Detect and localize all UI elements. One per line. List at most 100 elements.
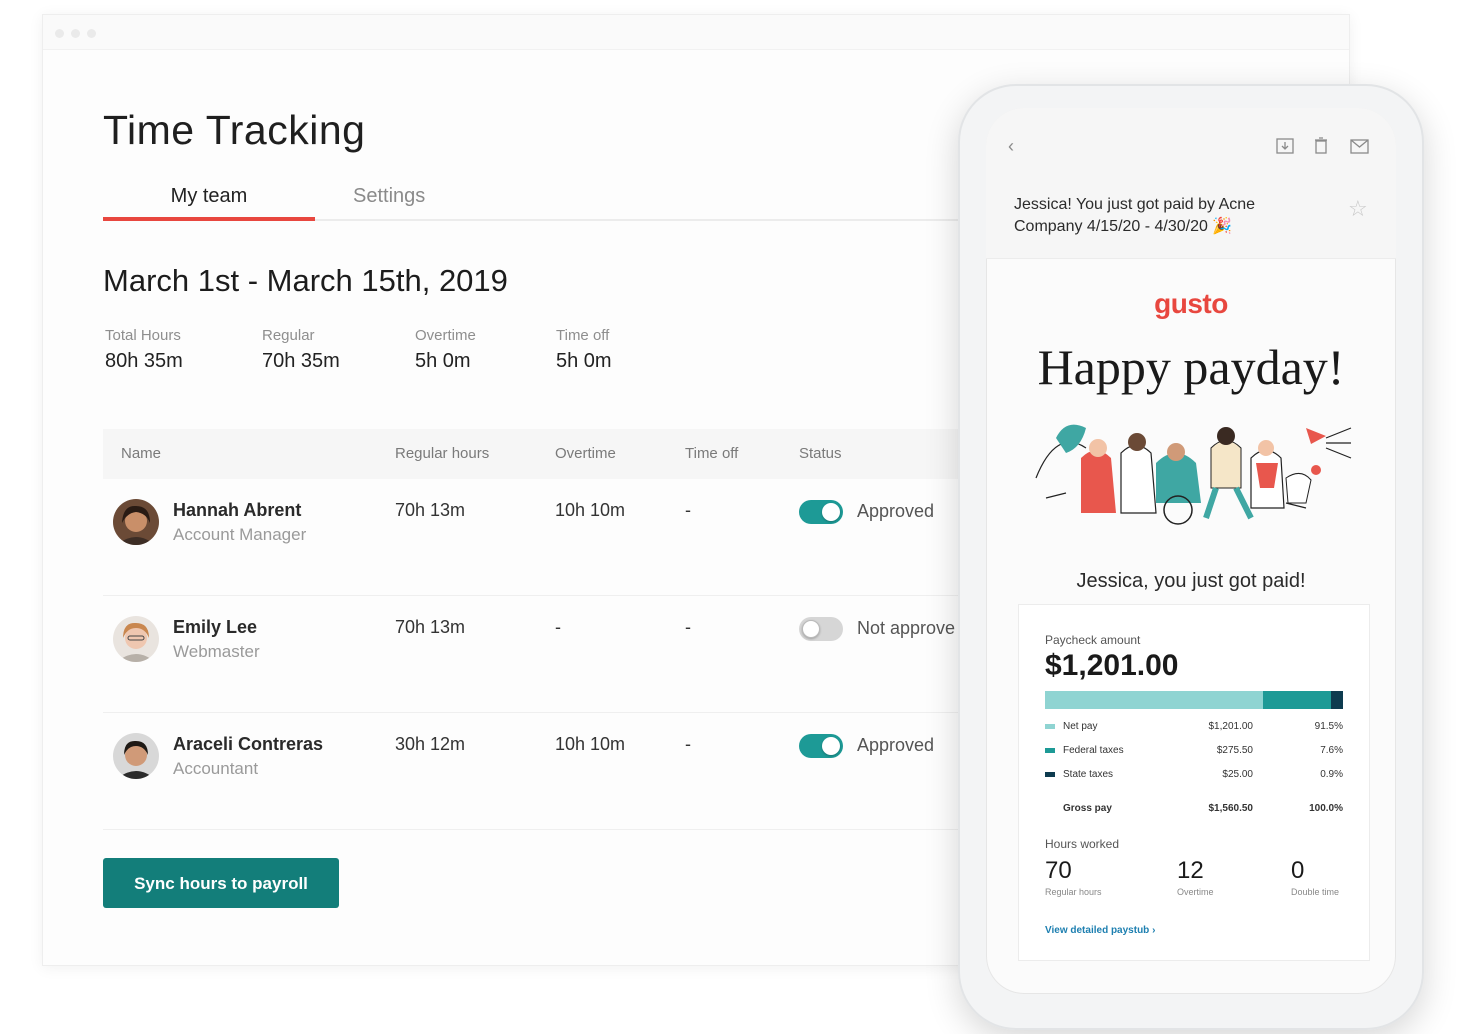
hours-value: 70 [1045,857,1072,884]
stat-value: 5h 0m [415,350,471,372]
time-off-cell: - [685,734,691,754]
hours-overtime: 12 Overtime [1177,857,1214,897]
toggle-knob [822,737,840,755]
tab-settings[interactable]: Settings [353,183,425,217]
breakdown-percent: 100.0% [1309,803,1343,814]
overtime-cell: 10h 10m [555,500,626,520]
time-off-cell: - [685,617,691,637]
status-label: Approved [857,735,935,755]
paid-message: Jessica, you just got paid! [1076,570,1306,592]
stat-label: Total Hours [105,327,181,344]
view-paystub-link[interactable]: View detailed paystub › [1045,925,1155,936]
paycheck-card: Paycheck amount $1,201.00 Net pay $1,201… [1018,604,1370,961]
breakdown-name: Gross pay [1063,803,1112,814]
column-header-time-off[interactable]: Time off [685,445,738,462]
email-subject: Jessica! You just got paid by Acne Compa… [1014,196,1256,235]
employee-name[interactable]: Hannah Abrent [173,500,301,521]
avatar [113,616,159,662]
hours-type: Overtime [1177,887,1214,897]
stat-time-off: Time off 5h 0m [556,327,612,373]
regular-hours-cell: 70h 13m [395,617,466,637]
pay-period-heading: March 1st - March 15th, 2019 [103,263,508,298]
stat-label: Overtime [415,327,476,344]
breakdown-amount: $275.50 [1216,745,1253,756]
celebration-illustration [1026,408,1356,533]
window-title-bar [43,15,1349,50]
mail-icon[interactable] [1350,138,1369,159]
star-icon[interactable]: ☆ [1348,196,1368,222]
toggle-knob [822,503,840,521]
status-label: Not approve [857,618,956,638]
gusto-logo: gusto [1154,288,1228,319]
table-row[interactable]: Hannah Abrent Account Manager 70h 13m 10… [103,479,1103,596]
paycheck-amount: $1,201.00 [1045,649,1179,682]
breakdown-name: State taxes [1063,769,1114,780]
phone-mockup: ‹ Jessica! You just got paid by Acne Com… [958,84,1424,1030]
legend-swatch [1045,748,1055,753]
paycheck-label: Paycheck amount [1045,633,1141,647]
download-icon[interactable] [1276,138,1294,159]
approval-toggle[interactable] [799,617,843,641]
hours-type: Regular hours [1045,887,1102,897]
hours-regular: 70 Regular hours [1045,857,1102,897]
window-dot-minimize[interactable] [71,29,80,38]
trash-icon[interactable] [1314,137,1328,159]
regular-hours-cell: 30h 12m [395,734,466,754]
regular-hours-cell: 70h 13m [395,500,466,520]
employee-name[interactable]: Emily Lee [173,617,257,638]
column-header-overtime[interactable]: Overtime [555,445,616,462]
page-title: Time Tracking [103,107,366,153]
bar-segment-net-pay [1045,691,1263,709]
avatar [113,499,159,545]
window-dot-close[interactable] [55,29,64,38]
breakdown-percent: 0.9% [1320,769,1343,780]
approval-toggle[interactable] [799,500,843,524]
bar-segment-federal-taxes [1262,691,1332,709]
tab-bar: My team Settings [103,183,1103,221]
employee-role: Account Manager [173,525,307,544]
column-header-status[interactable]: Status [799,445,842,462]
table-row[interactable]: Emily Lee Webmaster 70h 13m - - Not appr… [103,596,1103,713]
approval-toggle[interactable] [799,734,843,758]
hours-value: 0 [1291,857,1305,884]
toggle-knob [802,620,820,638]
stat-total-hours: Total Hours 80h 35m [105,327,183,373]
breakdown-amount: $1,560.50 [1208,803,1254,814]
stat-value: 70h 35m [262,350,340,372]
back-icon[interactable]: ‹ [1008,136,1014,157]
hours-type: Double time [1291,887,1340,897]
email-headline: Happy payday! [1037,339,1345,395]
bar-segment-state-taxes [1331,691,1343,709]
breakdown-name: Federal taxes [1063,745,1124,756]
breakdown-percent: 91.5% [1314,721,1343,732]
breakdown-percent: 7.6% [1320,745,1343,756]
column-header-regular-hours[interactable]: Regular hours [395,445,489,462]
tab-my-team[interactable]: My team [103,183,315,221]
stat-label: Regular [262,327,315,344]
stat-label: Time off [556,327,610,344]
breakdown-name: Net pay [1063,721,1098,732]
email-header: ‹ Jessica! You just got paid by Acne Com… [986,108,1396,259]
overtime-cell: - [555,617,561,637]
stat-value: 80h 35m [105,350,183,372]
breakdown-amount: $25.00 [1222,769,1253,780]
hours-worked-label: Hours worked [1045,837,1120,851]
employee-role: Webmaster [173,642,260,661]
breakdown-amount: $1,201.00 [1208,721,1254,732]
legend-swatch [1045,724,1055,729]
table-row[interactable]: Araceli Contreras Accountant 30h 12m 10h… [103,713,1103,830]
avatar [113,733,159,779]
legend-swatch [1045,772,1055,777]
window-dot-maximize[interactable] [87,29,96,38]
table-header: Name Regular hours Overtime Time off Sta… [103,429,1103,479]
stat-regular: Regular 70h 35m [262,327,340,373]
overtime-cell: 10h 10m [555,734,626,754]
employee-role: Accountant [173,759,259,778]
stat-overtime: Overtime 5h 0m [415,327,476,373]
column-header-name[interactable]: Name [121,445,161,462]
employee-name[interactable]: Araceli Contreras [173,734,323,755]
status-label: Approved [857,501,935,521]
time-off-cell: - [685,500,691,520]
sync-hours-button[interactable]: Sync hours to payroll [103,858,339,908]
hours-double-time: 0 Double time [1291,857,1339,897]
